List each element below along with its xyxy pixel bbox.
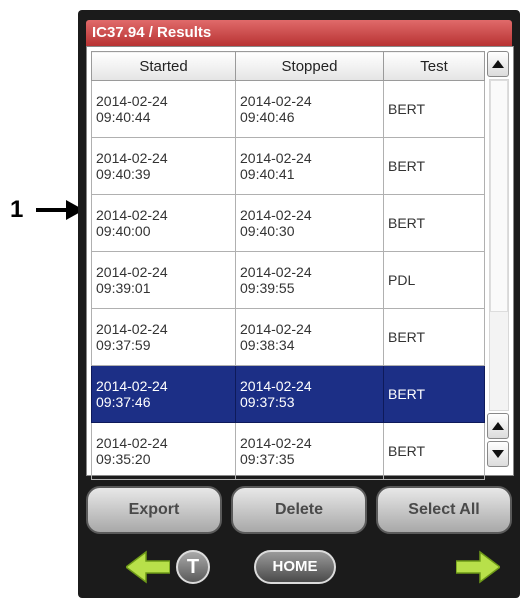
table-header-row: Started Stopped Test	[91, 51, 485, 81]
test-cell: BERT	[383, 422, 485, 480]
started-cell: 2014-02-24 09:37:59	[91, 308, 236, 366]
started-time: 09:37:46	[96, 394, 151, 410]
column-header-test[interactable]: Test	[383, 51, 485, 81]
started-time: 09:40:39	[96, 166, 151, 182]
started-time: 09:40:44	[96, 109, 151, 125]
started-cell: 2014-02-24 09:39:01	[91, 251, 236, 309]
stopped-time: 09:40:46	[240, 109, 295, 125]
stopped-date: 2014-02-24	[240, 207, 312, 223]
scroll-up-button[interactable]	[487, 413, 509, 439]
test-cell: BERT	[383, 365, 485, 423]
stopped-time: 09:38:34	[240, 337, 295, 353]
stopped-cell: 2014-02-24 09:39:55	[235, 251, 384, 309]
stopped-date: 2014-02-24	[240, 378, 312, 394]
right-arrow-icon	[456, 550, 500, 584]
stopped-date: 2014-02-24	[240, 150, 312, 166]
table-row[interactable]: 2014-02-24 09:40:00 2014-02-24 09:40:30 BE…	[91, 194, 485, 252]
forward-button[interactable]	[456, 550, 500, 584]
started-date: 2014-02-24	[96, 321, 168, 337]
back-button[interactable]	[126, 550, 170, 584]
started-cell: 2014-02-24 09:40:00	[91, 194, 236, 252]
started-date: 2014-02-24	[96, 93, 168, 109]
stopped-date: 2014-02-24	[240, 93, 312, 109]
tools-button[interactable]: T	[176, 550, 210, 584]
vertical-scrollbar[interactable]	[487, 51, 509, 469]
started-time: 09:39:01	[96, 280, 151, 296]
callout-annotation: 1	[10, 196, 86, 224]
window-title: IC37.94 / Results	[86, 20, 512, 46]
started-date: 2014-02-24	[96, 207, 168, 223]
stopped-time: 09:39:55	[240, 280, 295, 296]
table-row[interactable]: 2014-02-24 09:40:39 2014-02-24 09:40:41 BE…	[91, 137, 485, 195]
stopped-date: 2014-02-24	[240, 321, 312, 337]
test-cell: BERT	[383, 308, 485, 366]
started-cell: 2014-02-24 09:37:46	[91, 365, 236, 423]
triangle-up-icon	[492, 422, 504, 430]
test-cell: PDL	[383, 251, 485, 309]
select-all-button[interactable]: Select All	[376, 486, 512, 534]
started-date: 2014-02-24	[96, 150, 168, 166]
stopped-date: 2014-02-24	[240, 264, 312, 280]
triangle-up-icon	[492, 60, 504, 68]
table-row-selected[interactable]: 2014-02-24 09:37:46 2014-02-24 09:37:53 BE…	[91, 365, 485, 423]
left-arrow-icon	[126, 550, 170, 584]
stopped-time: 09:37:35	[240, 451, 295, 467]
triangle-down-icon	[492, 450, 504, 458]
results-table: Started Stopped Test 2014-02-24 09:40:44 …	[91, 51, 485, 480]
started-time: 09:35:20	[96, 451, 151, 467]
navigation-bar: T HOME	[86, 542, 512, 592]
started-date: 2014-02-24	[96, 378, 168, 394]
started-cell: 2014-02-24 09:35:20	[91, 422, 236, 480]
export-button[interactable]: Export	[86, 486, 222, 534]
table-row[interactable]: 2014-02-24 09:40:44 2014-02-24 09:40:46 BE…	[91, 80, 485, 138]
test-cell: BERT	[383, 80, 485, 138]
stopped-cell: 2014-02-24 09:38:34	[235, 308, 384, 366]
device-screen: IC37.94 / Results Started Stopped Test 2…	[78, 10, 520, 598]
started-date: 2014-02-24	[96, 435, 168, 451]
results-panel: Started Stopped Test 2014-02-24 09:40:44 …	[86, 46, 514, 480]
stopped-date: 2014-02-24	[240, 435, 312, 451]
home-button[interactable]: HOME	[254, 550, 336, 584]
started-time: 09:40:00	[96, 223, 151, 239]
stopped-time: 09:37:53	[240, 394, 295, 410]
stopped-cell: 2014-02-24 09:40:41	[235, 137, 384, 195]
started-cell: 2014-02-24 09:40:44	[91, 80, 236, 138]
callout-number: 1	[10, 196, 24, 223]
column-header-started[interactable]: Started	[91, 51, 236, 81]
table-row[interactable]: 2014-02-24 09:35:20 2014-02-24 09:37:35 BE…	[91, 422, 485, 480]
started-time: 09:37:59	[96, 337, 151, 353]
action-button-row: Export Delete Select All	[86, 486, 512, 536]
stopped-cell: 2014-02-24 09:40:46	[235, 80, 384, 138]
table-row[interactable]: 2014-02-24 09:37:59 2014-02-24 09:38:34 BE…	[91, 308, 485, 366]
scrollbar-thumb[interactable]	[490, 80, 508, 312]
stopped-cell: 2014-02-24 09:37:35	[235, 422, 384, 480]
column-header-stopped[interactable]: Stopped	[235, 51, 384, 81]
stopped-time: 09:40:30	[240, 223, 295, 239]
delete-button[interactable]: Delete	[231, 486, 367, 534]
started-cell: 2014-02-24 09:40:39	[91, 137, 236, 195]
table-row[interactable]: 2014-02-24 09:39:01 2014-02-24 09:39:55 PD…	[91, 251, 485, 309]
scrollbar-track[interactable]	[489, 79, 509, 411]
test-cell: BERT	[383, 194, 485, 252]
stopped-cell: 2014-02-24 09:40:30	[235, 194, 384, 252]
scroll-down-button[interactable]	[487, 441, 509, 467]
scroll-top-button[interactable]	[487, 51, 509, 77]
stopped-time: 09:40:41	[240, 166, 295, 182]
stopped-cell: 2014-02-24 09:37:53	[235, 365, 384, 423]
test-cell: BERT	[383, 137, 485, 195]
started-date: 2014-02-24	[96, 264, 168, 280]
